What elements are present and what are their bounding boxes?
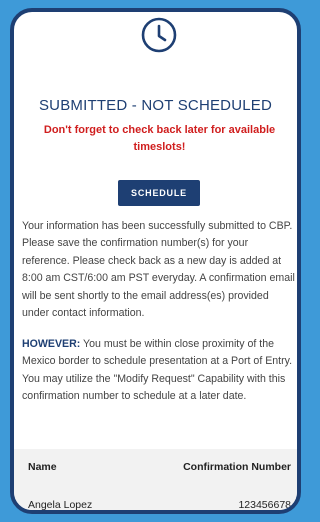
table-header-row: Name Confirmation Number xyxy=(28,461,291,473)
row-name: Angela Lopez xyxy=(28,499,93,511)
table-row: Angela Lopez 123456678 xyxy=(28,499,291,511)
row-confirmation-number: 123456678 xyxy=(238,499,291,511)
header-name: Name xyxy=(28,461,57,473)
however-paragraph: HOWEVER: You must be within close proxim… xyxy=(22,336,297,406)
however-label: HOWEVER: xyxy=(22,338,81,350)
confirmation-table: Name Confirmation Number Angela Lopez 12… xyxy=(14,449,297,510)
schedule-button[interactable]: SCHEDULE xyxy=(118,180,200,206)
header-confirmation-number: Confirmation Number xyxy=(183,461,291,473)
info-paragraph: Your information has been successfully s… xyxy=(22,220,295,320)
warning-message: Don't forget to check back later for ava… xyxy=(43,124,276,153)
status-title: SUBMITTED - NOT SCHEDULED xyxy=(38,97,273,114)
clock-icon xyxy=(141,17,177,53)
confirmation-card: SUBMITTED - NOT SCHEDULED Don't forget t… xyxy=(10,8,301,514)
